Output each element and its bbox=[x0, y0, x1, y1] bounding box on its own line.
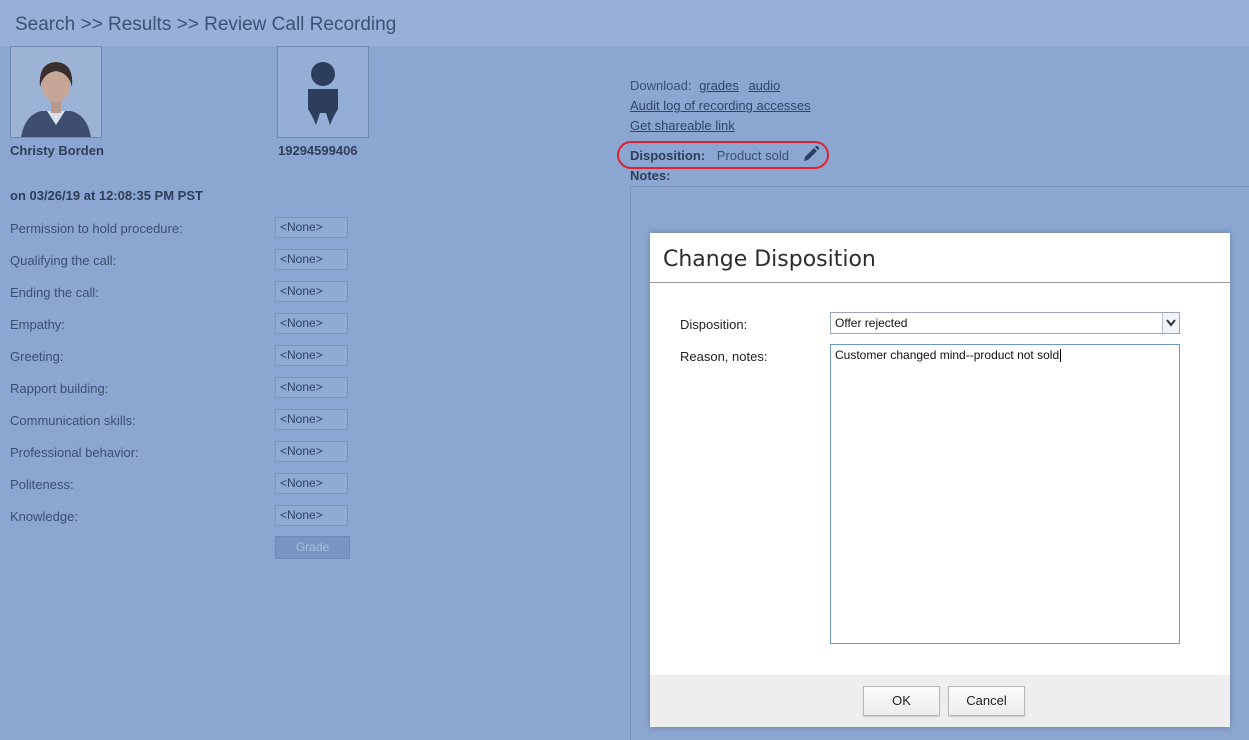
criterion-select[interactable]: <None> bbox=[275, 249, 348, 270]
dialog-divider bbox=[650, 282, 1230, 283]
criterion-label: Greeting: bbox=[10, 349, 64, 364]
criterion-label: Rapport building: bbox=[10, 381, 109, 396]
criterion-label: Politeness: bbox=[10, 477, 74, 492]
dialog-reason-label: Reason, notes: bbox=[680, 349, 768, 364]
agent-avatar bbox=[10, 46, 102, 138]
download-row: Download: grades audio bbox=[630, 78, 780, 93]
ok-button[interactable]: OK bbox=[863, 686, 940, 716]
caller-avatar bbox=[277, 46, 369, 138]
criterion-label: Ending the call: bbox=[10, 285, 99, 300]
disposition-select[interactable]: Offer rejected bbox=[830, 312, 1180, 334]
dialog-title: Change Disposition bbox=[663, 247, 876, 272]
chevron-down-icon[interactable] bbox=[1162, 313, 1179, 333]
download-audio-link[interactable]: audio bbox=[748, 78, 780, 93]
criterion-select[interactable]: <None> bbox=[275, 217, 348, 238]
criterion-label: Permission to hold procedure: bbox=[10, 221, 183, 236]
disposition-row: Disposition: Product sold bbox=[630, 148, 789, 163]
criterion-select[interactable]: <None> bbox=[275, 281, 348, 302]
top-bar: Search >> Results >> Review Call Recordi… bbox=[0, 0, 1249, 46]
criterion-select[interactable]: <None> bbox=[275, 505, 348, 526]
agent-name: Christy Borden bbox=[10, 143, 104, 158]
dialog-disposition-label: Disposition: bbox=[680, 317, 748, 332]
dialog-footer: OK Cancel bbox=[650, 675, 1230, 727]
criterion-label: Qualifying the call: bbox=[10, 253, 117, 268]
reason-notes-textarea[interactable]: Customer changed mind--product not sold bbox=[830, 344, 1180, 644]
breadcrumb-current: Review Call Recording bbox=[204, 14, 397, 35]
disposition-label: Disposition: bbox=[630, 148, 706, 163]
criterion-label: Knowledge: bbox=[10, 509, 78, 524]
breadcrumb-separator: >> bbox=[80, 14, 103, 35]
breadcrumb: Search >> Results >> Review Call Recordi… bbox=[15, 14, 396, 36]
breadcrumb-results[interactable]: Results bbox=[108, 14, 171, 35]
download-label: Download: bbox=[630, 78, 692, 93]
pencil-icon[interactable] bbox=[802, 145, 820, 163]
criterion-label: Professional behavior: bbox=[10, 445, 139, 460]
call-date: on 03/26/19 at 12:08:35 PM PST bbox=[10, 188, 203, 203]
reason-notes-text: Customer changed mind--product not sold bbox=[835, 348, 1060, 362]
text-caret bbox=[1060, 349, 1062, 363]
criterion-select[interactable]: <None> bbox=[275, 313, 348, 334]
criterion-label: Communication skills: bbox=[10, 413, 136, 428]
criterion-select[interactable]: <None> bbox=[275, 441, 348, 462]
disposition-select-value: Offer rejected bbox=[835, 316, 908, 330]
breadcrumb-separator: >> bbox=[176, 14, 199, 35]
shareable-link[interactable]: Get shareable link bbox=[630, 118, 735, 133]
criterion-label: Empathy: bbox=[10, 317, 65, 332]
criterion-select[interactable]: <None> bbox=[275, 345, 348, 366]
caller-number: 19294599406 bbox=[278, 143, 358, 158]
change-disposition-dialog: Change Disposition Disposition: Offer re… bbox=[650, 233, 1230, 727]
criterion-select[interactable]: <None> bbox=[275, 377, 348, 398]
download-grades-link[interactable]: grades bbox=[699, 78, 739, 93]
cancel-button[interactable]: Cancel bbox=[948, 686, 1025, 716]
audit-log-link[interactable]: Audit log of recording accesses bbox=[630, 98, 811, 113]
notes-label: Notes: bbox=[630, 168, 671, 183]
criterion-select[interactable]: <None> bbox=[275, 409, 348, 430]
criterion-select[interactable]: <None> bbox=[275, 473, 348, 494]
breadcrumb-search[interactable]: Search bbox=[15, 14, 75, 35]
disposition-value: Product sold bbox=[716, 148, 789, 163]
grade-button[interactable]: Grade bbox=[275, 536, 350, 559]
